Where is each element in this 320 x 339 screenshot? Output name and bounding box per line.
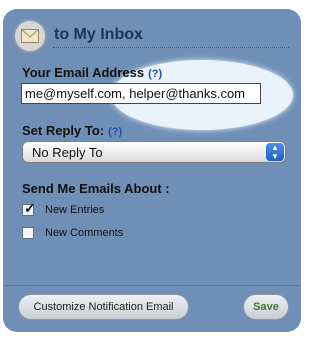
footer-divider — [3, 285, 301, 286]
email-help-link[interactable]: (?) — [148, 68, 162, 80]
reply-help-link[interactable]: (?) — [108, 126, 122, 138]
reply-to-value: No Reply To — [32, 145, 103, 160]
new-comments-checkbox[interactable] — [22, 227, 34, 239]
reply-label: Set Reply To: (?) — [22, 123, 123, 138]
save-button[interactable]: Save — [243, 294, 289, 320]
select-arrows-icon: ▲ ▼ — [266, 143, 284, 161]
new-entries-label: New Entries — [45, 204, 105, 216]
checkmark-icon: ✓ — [24, 200, 36, 216]
new-comments-label: New Comments — [45, 227, 124, 239]
email-label: Your Email Address (?) — [22, 65, 163, 80]
notification-panel: to My Inbox Your Email Address(?) Set Re… — [3, 9, 301, 332]
panel-title: to My Inbox — [54, 26, 143, 43]
email-field[interactable] — [21, 83, 261, 104]
panel-header: to My Inbox — [3, 9, 301, 55]
new-entries-checkbox[interactable]: ✓ — [22, 200, 36, 216]
envelope-icon — [13, 19, 47, 53]
send-about-label: Send Me Emails About : — [22, 181, 170, 196]
customize-email-button[interactable]: Customize Notification Email — [18, 294, 189, 320]
reply-to-select[interactable]: No Reply To ▲ ▼ — [22, 141, 286, 163]
header-divider — [53, 47, 289, 48]
